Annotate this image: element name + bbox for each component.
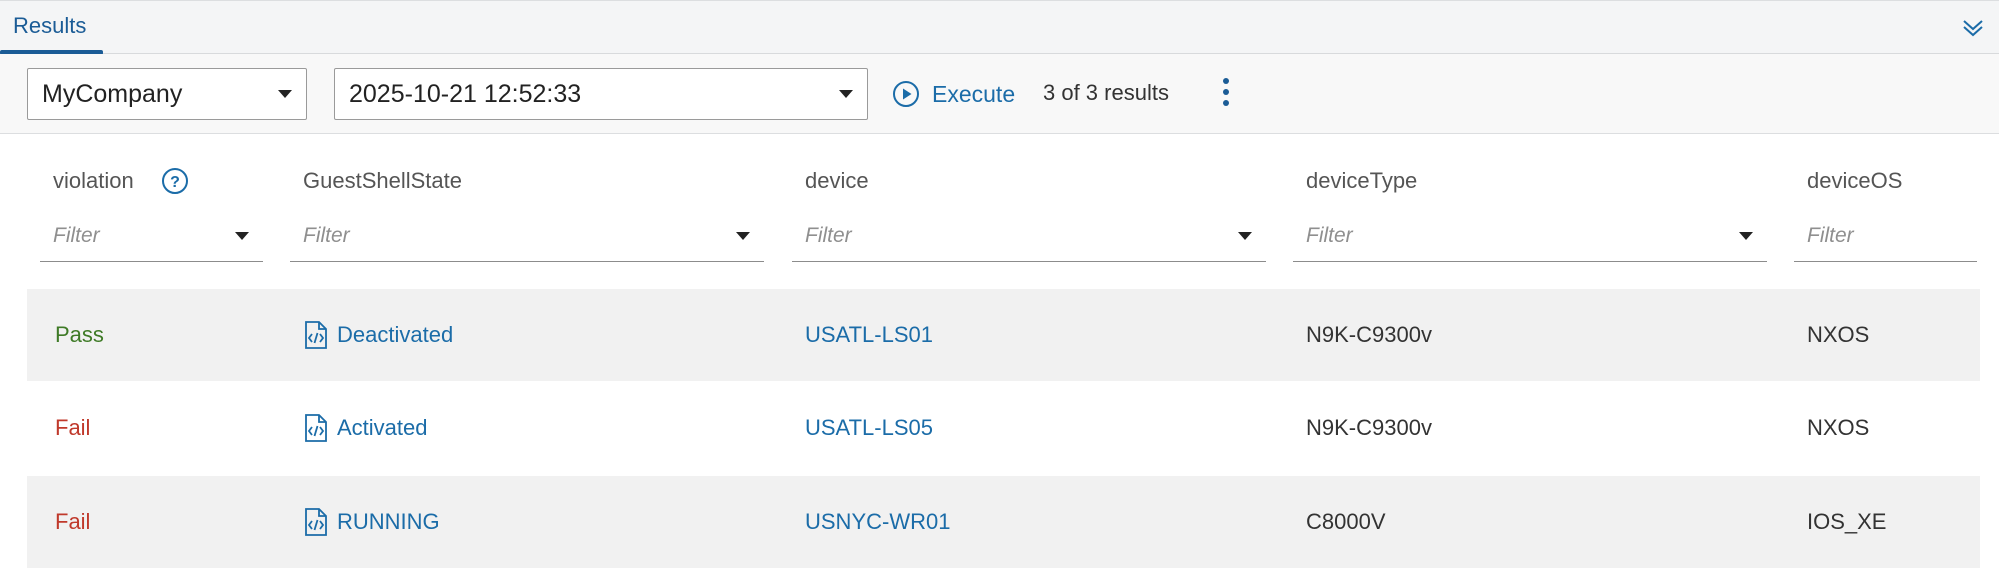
play-circle-icon	[893, 81, 919, 107]
tab-results-label: Results	[13, 13, 87, 38]
tab-bar: Results	[0, 0, 1999, 55]
devicetype-cell: C8000V	[1306, 509, 1386, 534]
devicetype-cell: N9K-C9300v	[1306, 322, 1432, 347]
device-link[interactable]: USATL-LS05	[805, 382, 933, 474]
toolbar: MyCompany 2025-10-21 12:52:33 Execute 3 …	[0, 54, 1999, 134]
caret-down-icon[interactable]	[1238, 232, 1252, 240]
device-link[interactable]: USATL-LS01	[805, 289, 933, 381]
filter-violation[interactable]: Filter	[40, 212, 263, 262]
deviceos-cell: IOS_XE	[1807, 509, 1887, 534]
company-select[interactable]: MyCompany	[27, 68, 307, 120]
filter-devicetype[interactable]: Filter	[1293, 212, 1767, 262]
caret-down-icon	[839, 90, 853, 98]
table-row: Fail Activated USATL-LS05 N9K-C9300v NXO…	[27, 382, 1980, 474]
column-header-device: device	[805, 168, 869, 193]
filter-placeholder: Filter	[805, 224, 852, 247]
filter-placeholder: Filter	[303, 224, 350, 247]
code-file-icon	[305, 321, 327, 349]
datetime-select-value: 2025-10-21 12:52:33	[349, 80, 582, 108]
device-link[interactable]: USNYC-WR01	[805, 476, 950, 568]
company-select-value: MyCompany	[42, 80, 183, 108]
code-file-icon	[305, 508, 327, 536]
tab-results[interactable]: Results	[0, 1, 103, 55]
deviceos-cell: NXOS	[1807, 415, 1870, 440]
filter-placeholder: Filter	[1306, 224, 1353, 247]
result-count: 3 of 3 results	[1043, 80, 1169, 105]
deviceos-cell: NXOS	[1807, 322, 1870, 347]
question-circle-icon[interactable]: ?	[161, 167, 189, 195]
column-header-violation: violation	[53, 168, 134, 193]
devicetype-cell: N9K-C9300v	[1306, 415, 1432, 440]
column-header-guestshellstate: GuestShellState	[303, 168, 462, 193]
column-header-deviceos: deviceOS	[1807, 168, 1903, 193]
kebab-menu-icon[interactable]	[1216, 78, 1236, 112]
code-file-icon	[305, 414, 327, 442]
double-chevron-down-icon[interactable]	[1961, 16, 1985, 40]
violation-cell: Pass	[55, 322, 104, 347]
violation-cell: Fail	[55, 415, 91, 440]
filter-device[interactable]: Filter	[792, 212, 1266, 262]
table-row: Pass Deactivated USATL-LS01 N9K-C9300v N…	[27, 289, 1980, 381]
caret-down-icon	[278, 90, 292, 98]
column-header-devicetype: deviceType	[1306, 168, 1418, 193]
execute-label: Execute	[932, 80, 1016, 107]
filter-guestshellstate[interactable]: Filter	[290, 212, 764, 262]
svg-text:?: ?	[170, 174, 180, 191]
guestshellstate-link[interactable]: Deactivated	[337, 289, 453, 381]
filter-placeholder: Filter	[53, 224, 100, 247]
caret-down-icon[interactable]	[1739, 232, 1753, 240]
caret-down-icon[interactable]	[235, 232, 249, 240]
execute-button[interactable]: Execute	[892, 72, 1015, 116]
filter-deviceos[interactable]: Filter	[1794, 212, 1977, 262]
filter-placeholder: Filter	[1807, 224, 1854, 247]
guestshellstate-link[interactable]: Activated	[337, 382, 428, 474]
table-row: Fail RUNNING USNYC-WR01 C8000V IOS_XE	[27, 476, 1980, 568]
datetime-select[interactable]: 2025-10-21 12:52:33	[334, 68, 868, 120]
violation-cell: Fail	[55, 509, 91, 534]
caret-down-icon[interactable]	[736, 232, 750, 240]
guestshellstate-link[interactable]: RUNNING	[337, 476, 440, 568]
